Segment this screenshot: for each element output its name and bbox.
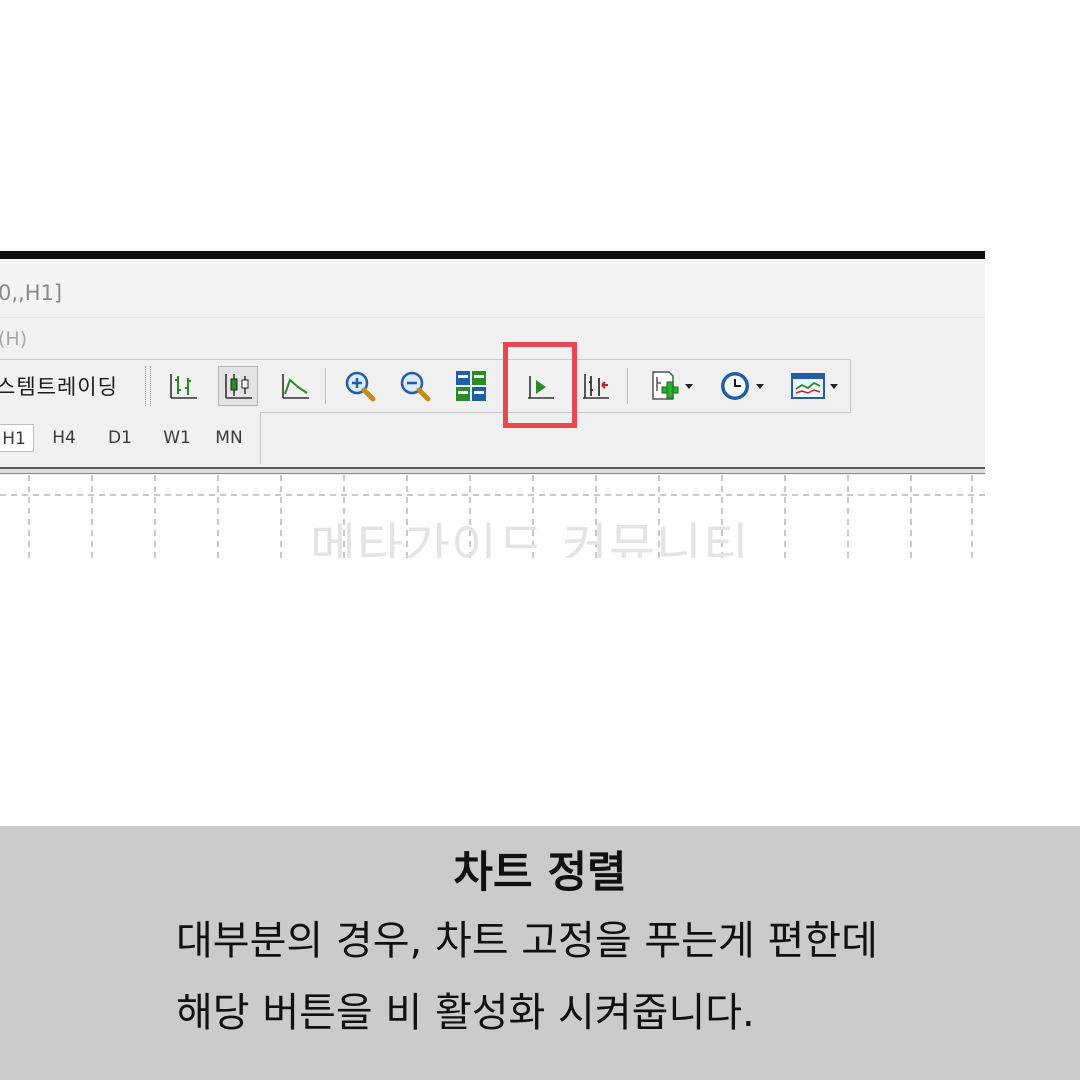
caption-title: 차트 정렬 (453, 848, 627, 898)
menu-bar: (H) (0, 317, 985, 360)
window-title: 0,,H1] (0, 281, 63, 305)
chevron-down-icon (756, 383, 764, 389)
terminal-window: 0,,H1] (H) 스템트레이딩 H1 H4 D1 W1 MN 메타가이드 커… (0, 251, 985, 558)
caption-text-line-1: 대부분의 경우, 차트 고정을 푸는게 편한데 (176, 918, 878, 964)
chart-toolbar: 스템트레이딩 (0, 359, 851, 413)
chart-shift-button[interactable] (575, 366, 615, 406)
chevron-down-icon (830, 383, 838, 389)
bar-chart-button[interactable] (163, 366, 203, 406)
toolbar-grip[interactable] (150, 366, 152, 406)
highlight-box (503, 342, 577, 428)
window-top-edge (0, 251, 985, 259)
periods-dropdown-button[interactable] (712, 366, 770, 406)
title-bar: 0,,H1] (0, 259, 985, 317)
zoom-out-button[interactable] (395, 366, 435, 406)
bar-chart-icon (170, 374, 197, 399)
chart-area[interactable]: 메타가이드 커뮤니티 (0, 475, 985, 558)
menu-item-help[interactable]: (H) (0, 328, 27, 350)
line-chart-button[interactable] (275, 366, 315, 406)
period-h4[interactable]: H4 (44, 424, 84, 452)
caption-panel: 차트 정렬 대부분의 경우, 차트 고정을 푸는게 편한데 해당 버튼을 비 활… (0, 826, 1080, 1080)
add-indicator-icon (652, 371, 679, 400)
tile-windows-icon (456, 371, 486, 401)
candlestick-chart-button[interactable] (218, 366, 258, 406)
toolbar-separator (325, 368, 326, 404)
toolbar-separator (627, 368, 628, 404)
periods-toolbar: H1 H4 D1 W1 MN (0, 412, 261, 464)
period-d1[interactable]: D1 (100, 424, 140, 452)
clock-icon (721, 372, 749, 400)
templates-dropdown-button[interactable] (784, 366, 844, 406)
chart-shift-icon (583, 374, 609, 399)
chevron-down-icon (685, 383, 693, 389)
zoom-in-button[interactable] (340, 366, 380, 406)
period-h1[interactable]: H1 (0, 424, 34, 452)
line-chart-icon (282, 374, 309, 399)
zoom-out-icon (400, 371, 431, 402)
period-mn[interactable]: MN (208, 424, 250, 452)
indicators-dropdown-button[interactable] (640, 366, 700, 406)
toolbar-grip[interactable] (145, 366, 147, 406)
template-icon (791, 373, 825, 399)
caption-text-line-2: 해당 버튼을 비 활성화 시켜줍니다. (176, 990, 755, 1036)
chart-border (0, 467, 985, 474)
systrade-button[interactable]: 스템트레이딩 (0, 371, 118, 401)
candlestick-icon (225, 374, 252, 399)
watermark-text: 메타가이드 커뮤니티 (310, 518, 750, 558)
period-w1[interactable]: W1 (156, 424, 198, 452)
zoom-in-icon (345, 371, 376, 402)
tile-windows-button[interactable] (451, 366, 491, 406)
